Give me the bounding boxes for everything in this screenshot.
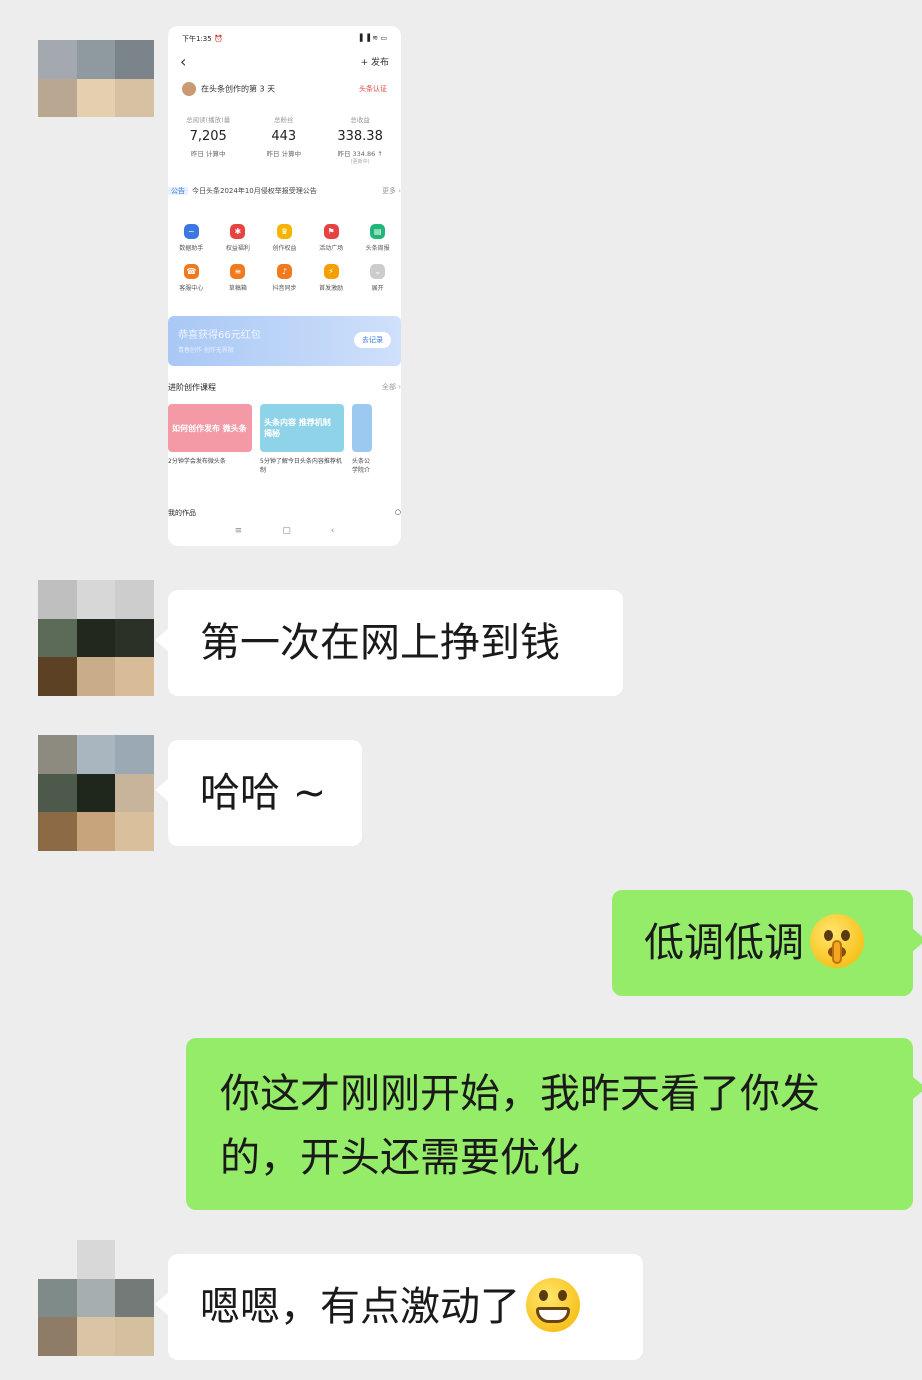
back-icon: ‹ [180, 52, 187, 71]
course-caption: 头条公 学院介 [352, 458, 371, 474]
courses-header: 进阶创作课程 全部 › [168, 382, 401, 393]
tool-item: ☎ 客服中心 [168, 264, 215, 292]
message-text: 嗯嗯，有点激动了 [200, 1284, 520, 1330]
stat-label: 总收益 [350, 116, 370, 124]
tool-item: ♪ 抖音同步 [261, 264, 308, 292]
tool-label: 抖音同步 [272, 285, 297, 292]
avatar[interactable] [38, 580, 154, 696]
avatar[interactable] [38, 40, 154, 156]
system-nav-bar: ≡ ▢ ‹ [168, 526, 401, 536]
profile-avatar [182, 82, 196, 96]
message-bubble[interactable]: 低调低调 [612, 890, 922, 996]
stat-value: 7,205 [189, 129, 227, 144]
notice-tag: 公告 [168, 187, 188, 195]
stat-sub: 昨日 334.86 ↑ [337, 150, 383, 158]
course-thumbnail: 头条内容 推荐机制 揭秘 [260, 404, 344, 452]
menu-icon: ≡ [234, 526, 243, 536]
tool-label: 展开 [371, 285, 384, 292]
message-bubble[interactable]: 第一次在网上挣到钱 [155, 590, 623, 696]
back-icon: ‹ [330, 526, 335, 536]
courses-title: 进阶创作课程 [168, 383, 216, 392]
publish-button: + 发布 [360, 58, 389, 68]
message-text: 第一次在网上挣到钱 [200, 620, 560, 666]
tool-icon: ♪ [276, 264, 292, 279]
tool-item: ▤ 头条周报 [354, 224, 401, 252]
notice-text: 今日头条2024年10月侵权举报受理公告 [192, 187, 317, 195]
tool-label: 活动广场 [319, 245, 344, 252]
tool-icon: ☎ [183, 264, 199, 279]
banner-button: 去记录 [354, 332, 391, 348]
tool-label: 创作权益 [272, 245, 297, 252]
tool-icon: ⚑ [323, 224, 339, 239]
tool-label: 客服中心 [179, 285, 204, 292]
stat-value: 443 [271, 129, 297, 144]
stat-label: 总粉丝 [274, 116, 294, 124]
course-caption: 5分钟了解今日头条内容推荐机制 [260, 458, 342, 474]
tool-icon: ~ [183, 224, 199, 239]
message-text: 你这才刚刚开始，我昨天看了你发的，开头还需要优化 [220, 1071, 820, 1181]
status-icons: ▐ ▐ ≋ ▭ [357, 34, 387, 42]
courses-more: 全部 › [381, 383, 401, 391]
notice-more: 更多 › [381, 187, 401, 195]
refresh-icon: ○ [394, 508, 401, 516]
message-bubble[interactable]: 哈哈 ~ [155, 740, 362, 846]
tool-label: 数据助手 [179, 245, 204, 252]
tool-icon: ⌄ [370, 264, 386, 279]
works-title: 我的作品 [168, 509, 196, 517]
shushing-face-icon [810, 914, 864, 968]
course-thumbnail: 如何创作发布 微头条 [168, 404, 252, 452]
tool-icon: ≡ [230, 264, 246, 279]
tool-icon: ▤ [370, 224, 386, 239]
tool-label: 权益福利 [225, 245, 250, 252]
profile-text: 在头条创作的第 3 天 [201, 84, 276, 94]
tool-item: ⌄ 展开 [354, 264, 401, 292]
shared-screenshot-image[interactable]: 下午1:35 ⏰ ▐ ▐ ≋ ▭ ‹ + 发布 在头条创作的第 3 天 头条认证… [168, 26, 401, 546]
stat-sub: 昨日 计算中 [190, 150, 226, 158]
notice-bar: 公告 今日头条2024年10月侵权举报受理公告 更多 › [168, 186, 401, 196]
message-bubble[interactable]: 你这才刚刚开始，我昨天看了你发的，开头还需要优化 [186, 1038, 922, 1210]
stat-value: 338.38 [337, 129, 383, 144]
tool-icon: ⚡ [323, 264, 339, 279]
message-bubble[interactable]: 嗯嗯，有点激动了 [155, 1254, 643, 1360]
profile-badge: 头条认证 [359, 85, 387, 93]
tool-item: ~ 数据助手 [168, 224, 215, 252]
home-icon: ▢ [282, 526, 291, 536]
stats-row: 总阅读(播放)量 7,205 昨日 计算中 总粉丝 443 昨日 计算中 总收益… [168, 114, 401, 165]
grinning-face-icon [526, 1278, 580, 1332]
stat-views: 总阅读(播放)量 7,205 昨日 计算中 [186, 114, 230, 165]
tool-label: 草稿箱 [228, 285, 247, 292]
status-time: 下午1:35 ⏰ [182, 35, 223, 43]
tool-item: ✱ 权益福利 [215, 224, 262, 252]
stat-note: (更新中) [350, 159, 370, 165]
profile-row: 在头条创作的第 3 天 头条认证 [168, 82, 401, 96]
message-text: 哈哈 ~ [200, 770, 327, 816]
course-cards: 如何创作发布 微头条 2分钟学会发布微头条 头条内容 推荐机制 揭秘 5分钟了解… [168, 404, 401, 475]
redpacket-banner: 恭喜获得66元红包 青春创作 创作无界限 去记录 [168, 316, 401, 366]
stat-sub: 昨日 计算中 [266, 150, 302, 158]
stat-income: 总收益 338.38 昨日 334.86 ↑ (更新中) [337, 114, 383, 165]
stat-label: 总阅读(播放)量 [186, 116, 231, 124]
message-text: 低调低调 [644, 920, 804, 966]
tool-icon: ✱ [230, 224, 246, 239]
status-bar: 下午1:35 ⏰ ▐ ▐ ≋ ▭ [168, 34, 401, 44]
stat-fans: 总粉丝 443 昨日 计算中 [267, 114, 302, 165]
course-thumbnail [352, 404, 372, 452]
tool-item: ≡ 草稿箱 [215, 264, 262, 292]
tool-label: 头条周报 [365, 245, 390, 252]
tool-item: ⚑ 活动广场 [308, 224, 355, 252]
course-card: 头条公 学院介 [352, 404, 372, 475]
avatar[interactable] [38, 735, 154, 851]
tool-icon: ♛ [276, 224, 292, 239]
tool-grid: ~ 数据助手 ✱ 权益福利 ♛ 创作权益 ⚑ 活动广场 ▤ 头条周报 ☎ 客服中心 ≡ 草稿箱 ♪ 抖音同步 ⚡… [168, 224, 401, 292]
course-card: 头条内容 推荐机制 揭秘 5分钟了解今日头条内容推荐机制 [260, 404, 344, 475]
avatar[interactable] [38, 1240, 154, 1356]
course-card: 如何创作发布 微头条 2分钟学会发布微头条 [168, 404, 252, 475]
works-header: 我的作品 ○ [168, 508, 401, 518]
tool-item: ♛ 创作权益 [261, 224, 308, 252]
course-caption: 2分钟学会发布微头条 [168, 458, 226, 465]
nav-bar: ‹ + 发布 [168, 52, 401, 71]
tool-label: 首发激励 [319, 285, 344, 292]
tool-item: ⚡ 首发激励 [308, 264, 355, 292]
